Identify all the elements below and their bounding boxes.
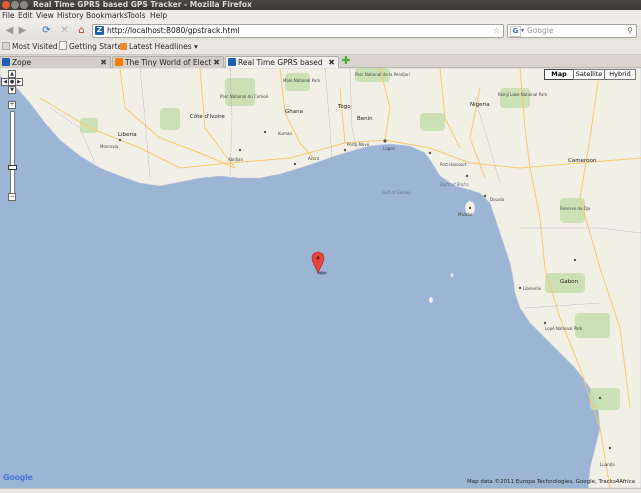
- search-bar[interactable]: G ▾ Google ⚲: [507, 24, 637, 38]
- menu-tools[interactable]: Tools: [127, 10, 145, 21]
- map-label-monrovia: Monrovia: [100, 144, 119, 149]
- zoom-slider-handle[interactable]: [8, 165, 17, 170]
- tab-zope[interactable]: Zope ✖: [0, 56, 111, 68]
- map-label-accra: Accra: [308, 156, 320, 161]
- navigation-toolbar: ◀ ▶ ⟳ ✕ ⌂ Z http://localhost:8080/gpstra…: [0, 21, 641, 40]
- window-minimize-icon[interactable]: [11, 1, 19, 9]
- map-type-hybrid-button[interactable]: Hybrid: [604, 69, 636, 80]
- chevron-down-icon[interactable]: ▾: [521, 25, 524, 37]
- map-label-gabon: Gabon: [560, 279, 578, 285]
- tab-label: Real Time GPRS based GP...: [238, 58, 324, 67]
- bookmark-label: Getting Started: [69, 42, 127, 51]
- close-icon[interactable]: ✖: [213, 57, 220, 68]
- map-label-malabo: Malabo: [458, 212, 473, 217]
- stop-icon[interactable]: ✕: [58, 24, 71, 37]
- home-icon[interactable]: ⌂: [75, 24, 88, 37]
- map-tiles: Ghana Cameroon Liberia Côte d'Ivoire Nig…: [0, 68, 641, 488]
- map-label-porto-novo: Porto-Novo: [347, 142, 370, 147]
- map-label-abidjan: Abidjan: [228, 157, 243, 162]
- bookmark-latest-headlines[interactable]: Latest Headlines ▾: [120, 40, 198, 54]
- bookmark-label: Most Visited: [12, 42, 58, 51]
- map-label-ghana: Ghana: [285, 109, 303, 115]
- map-label-park-dja: Reserve du Dja: [560, 206, 591, 211]
- tab-label: The Tiny World of Electron...: [125, 58, 211, 67]
- map-label-douala: Douala: [490, 197, 505, 202]
- pan-right-icon[interactable]: ▶: [15, 78, 23, 86]
- gps-page-icon: [228, 58, 236, 66]
- bookmark-most-visited[interactable]: Most Visited ▾: [2, 40, 64, 54]
- menu-history[interactable]: History: [57, 10, 84, 21]
- menu-bookmarks[interactable]: Bookmarks: [86, 10, 128, 21]
- status-bar: [0, 488, 641, 493]
- forward-arrow-icon[interactable]: ▶: [16, 24, 29, 37]
- chevron-down-icon: ▾: [194, 42, 198, 51]
- pan-up-icon[interactable]: ▲: [8, 70, 16, 78]
- map-type-map-button[interactable]: Map: [544, 69, 574, 80]
- menu-file[interactable]: File: [2, 10, 15, 21]
- pan-down-icon[interactable]: ▼: [8, 86, 16, 94]
- zoom-slider-track[interactable]: [10, 111, 15, 198]
- map-label-cote-divoire: Côte d'Ivoire: [190, 113, 225, 120]
- map-label-liberia: Liberia: [118, 132, 137, 138]
- google-logo: Google: [3, 473, 33, 482]
- map-label-park-mole: Mole National Park: [283, 78, 321, 83]
- new-tab-plus-icon[interactable]: ✚: [341, 55, 351, 66]
- sao-tome-island: [428, 296, 434, 304]
- reload-icon[interactable]: ⟳: [40, 24, 53, 37]
- map-label-lagos: Lagos: [383, 146, 395, 151]
- window-close-icon[interactable]: [2, 1, 10, 9]
- map-label-port-harcourt: Port Harcourt: [440, 162, 467, 167]
- site-favicon-icon: Z: [95, 26, 104, 35]
- menu-edit[interactable]: Edit: [18, 10, 33, 21]
- tab-label: Zope: [12, 58, 32, 67]
- map-canvas[interactable]: Ghana Cameroon Liberia Côte d'Ivoire Nig…: [0, 68, 641, 488]
- map-label-kumasi: Kumasi: [278, 131, 293, 136]
- principe-island: [450, 272, 454, 278]
- zoom-out-icon[interactable]: −: [8, 193, 16, 201]
- bookmark-star-icon[interactable]: ☆: [493, 25, 500, 37]
- back-arrow-icon[interactable]: ◀: [3, 24, 16, 37]
- map-label-park-kainji: Kainji Lake National Park: [498, 92, 548, 97]
- map-label-park-lope: Lopé National Park: [545, 326, 583, 331]
- blogger-icon: [115, 58, 123, 66]
- menu-view[interactable]: View: [36, 10, 54, 21]
- window-maximize-icon[interactable]: [20, 1, 28, 9]
- window-title: Real Time GPRS based GPS Tracker - Mozil…: [33, 0, 252, 9]
- bookmark-getting-started[interactable]: Getting Started: [59, 40, 127, 54]
- map-label-nigeria: Nigeria: [470, 102, 490, 108]
- menu-help[interactable]: Help: [150, 10, 167, 21]
- map-label-park-comoe: Parc National du Comoé: [220, 94, 269, 99]
- map-label-togo: Togo: [337, 104, 351, 110]
- search-engine-icon[interactable]: G: [510, 26, 521, 37]
- map-label-park-pendjari: Parc National de la Pendjari: [355, 72, 410, 77]
- map-label-cameroon: Cameroon: [568, 158, 597, 164]
- bookmarks-toolbar: Most Visited ▾ Getting Started Latest He…: [0, 40, 641, 55]
- map-label-luanda: Luanda: [600, 462, 615, 467]
- address-bar[interactable]: Z http://localhost:8080/gpstrack.html ☆: [92, 24, 504, 38]
- close-icon[interactable]: ✖: [328, 57, 335, 68]
- menu-bar: File Edit View History Bookmarks Tools H…: [0, 10, 641, 21]
- address-input[interactable]: http://localhost:8080/gpstrack.html: [107, 25, 240, 37]
- page-icon: [59, 41, 67, 50]
- most-visited-icon: [2, 42, 10, 50]
- rss-icon: [120, 43, 127, 50]
- bookmark-label: Latest Headlines: [129, 42, 192, 51]
- map-label-benin: Benin: [357, 116, 373, 122]
- map-attribution: Map data ©2011 Europa Technologies, Goog…: [467, 479, 635, 485]
- zope-icon: [2, 58, 10, 66]
- tab-tiny-world[interactable]: The Tiny World of Electron... ✖: [112, 56, 224, 68]
- google-logo-text: Google: [3, 473, 33, 482]
- window-titlebar: Real Time GPRS based GPS Tracker - Mozil…: [0, 0, 641, 10]
- tab-bar: Zope ✖ The Tiny World of Electron... ✖ R…: [0, 55, 641, 69]
- close-icon[interactable]: ✖: [100, 57, 107, 68]
- map-label-libreville: Libreville: [523, 286, 542, 291]
- zoom-in-icon[interactable]: +: [8, 101, 16, 109]
- map-type-satellite-button[interactable]: Satellite: [573, 69, 605, 80]
- map-label-gulf-of-guinea: Gulf of Guinea: [382, 190, 411, 195]
- search-icon[interactable]: ⚲: [627, 25, 633, 37]
- map-label-bight-of-biafra: Bight of Biafra: [440, 182, 469, 187]
- search-input[interactable]: Google: [527, 25, 553, 37]
